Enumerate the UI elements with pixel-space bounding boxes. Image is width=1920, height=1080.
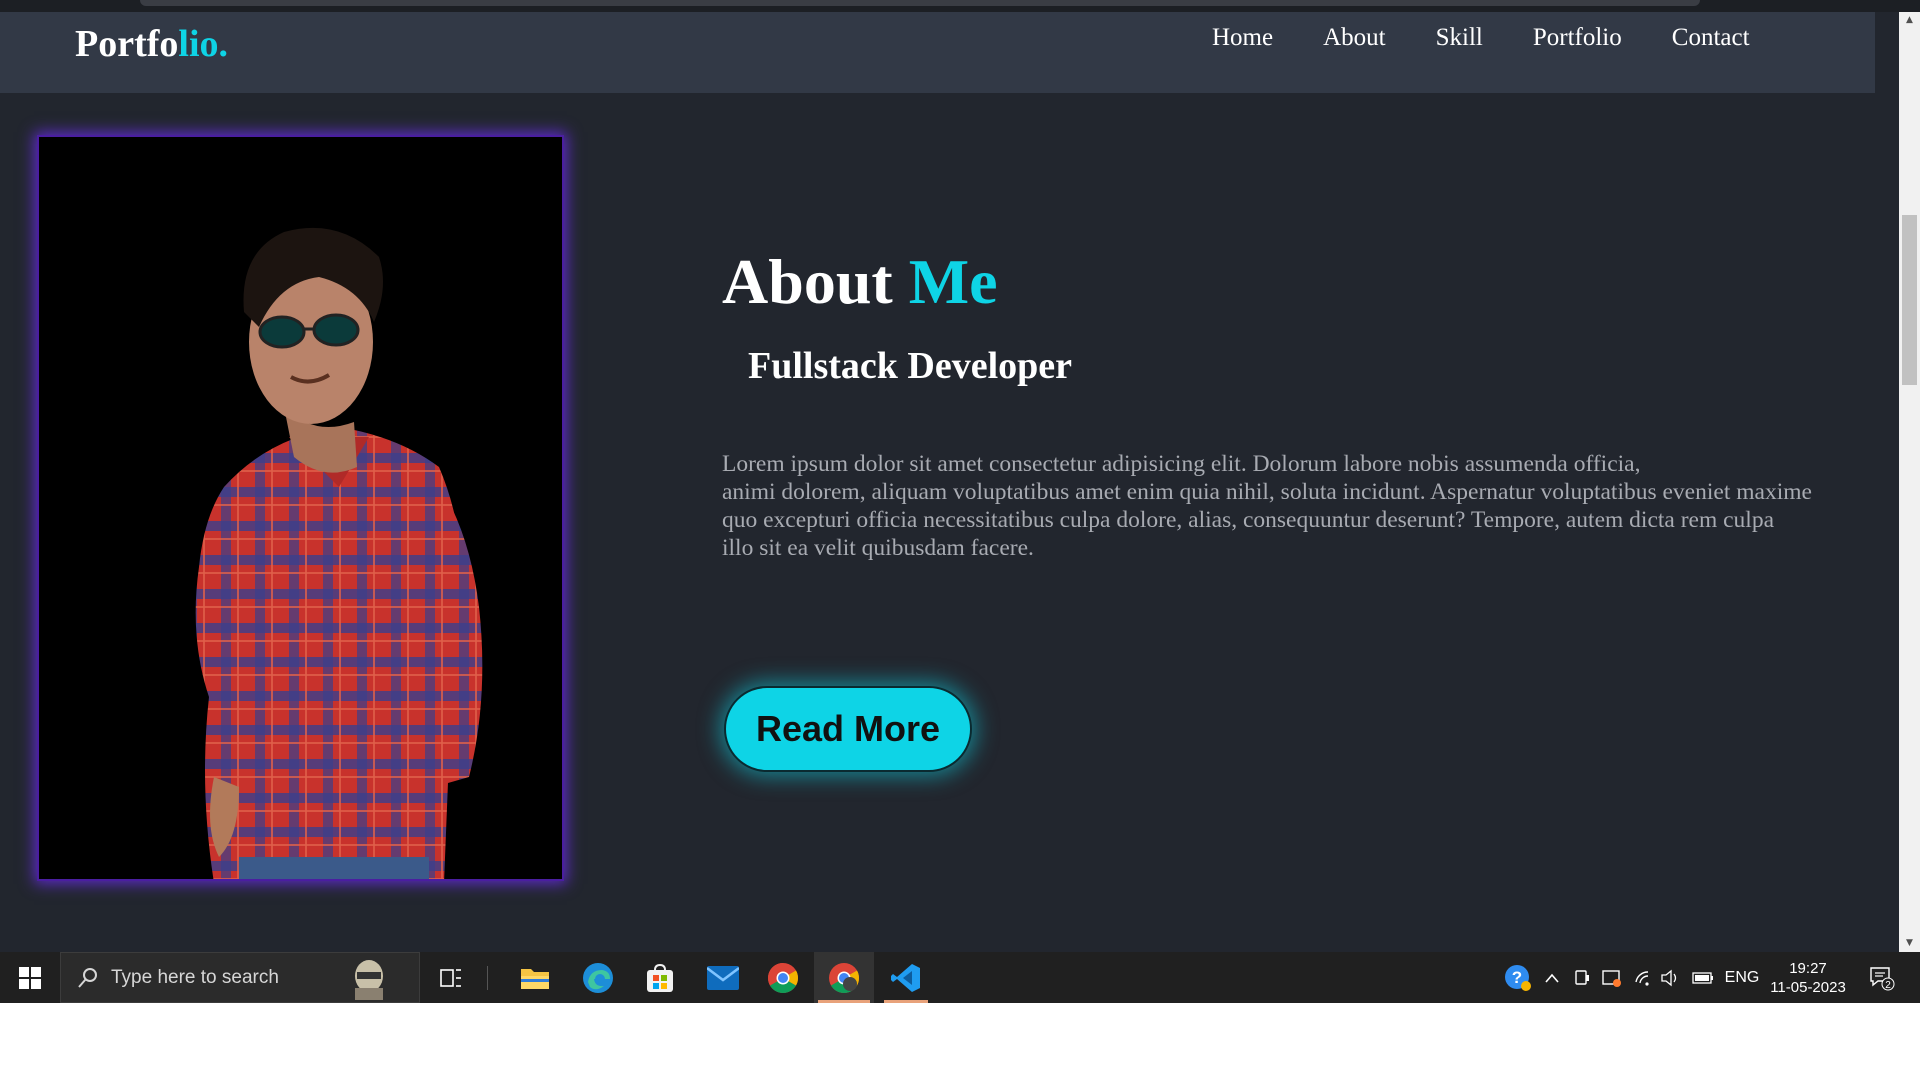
network-update-tray-button[interactable]: [1600, 952, 1624, 1003]
page-scrollbar[interactable]: ▲ ▼: [1899, 12, 1920, 952]
clock[interactable]: 19:27 11-05-2023: [1768, 952, 1848, 1003]
vscode-button[interactable]: [880, 952, 932, 1003]
microsoft-store-button[interactable]: [635, 952, 685, 1003]
profile-photo: [37, 135, 564, 881]
logo-text-main: Portfo: [75, 23, 179, 65]
wifi-icon: [1635, 970, 1649, 986]
edge-button[interactable]: [573, 952, 623, 1003]
clock-date: 11-05-2023: [1770, 978, 1846, 996]
about-heading: About Me: [722, 245, 998, 319]
search-placeholder: Type here to search: [111, 967, 279, 988]
search-highlight-icon: [355, 960, 383, 1000]
volume-tray-button[interactable]: [1658, 952, 1682, 1003]
taskbar-divider: [487, 966, 488, 990]
meet-now-tray-button[interactable]: [1570, 952, 1594, 1003]
chrome-button[interactable]: [758, 952, 808, 1003]
browser-viewport: Portfolio. Home About Skill Portfolio Co…: [0, 0, 1920, 952]
about-heading-accent: Me: [908, 246, 998, 317]
navbar: Portfolio. Home About Skill Portfolio Co…: [0, 12, 1875, 93]
file-explorer-button[interactable]: [510, 952, 560, 1003]
svg-text:?: ?: [1512, 968, 1522, 987]
language-indicator[interactable]: ENG: [1722, 952, 1762, 1003]
chevron-up-icon: [1545, 973, 1559, 983]
mail-icon: [707, 965, 739, 990]
file-explorer-icon: [521, 968, 549, 989]
windows-taskbar: Type here to search ? ENG 19:27 11-05-20…: [0, 952, 1920, 1003]
site-logo[interactable]: Portfolio.: [75, 22, 228, 66]
notification-count: 2: [1885, 980, 1891, 991]
battery-icon: [1692, 971, 1713, 984]
nav-link-about[interactable]: About: [1323, 24, 1386, 52]
notification-center-button[interactable]: 2: [1860, 952, 1904, 1003]
help-tray-button[interactable]: ?: [1502, 952, 1534, 1003]
windows-start-button[interactable]: [0, 952, 60, 1003]
nav-link-contact[interactable]: Contact: [1672, 24, 1750, 52]
about-heading-main: About: [722, 246, 893, 317]
chrome-active-window-button[interactable]: [814, 952, 874, 1003]
microsoft-store-icon: [647, 963, 673, 992]
windows-logo-icon: [19, 966, 41, 989]
update-icon: [1602, 969, 1621, 987]
scroll-down-arrow-icon[interactable]: ▼: [1899, 935, 1920, 952]
bio-paragraph: Lorem ipsum dolor sit amet consectetur a…: [722, 450, 1892, 562]
edge-icon: [583, 962, 613, 993]
chrome-icon: [829, 962, 860, 993]
nav-links: Home About Skill Portfolio Contact: [1212, 24, 1800, 52]
wifi-tray-button[interactable]: [1632, 952, 1656, 1003]
nav-link-home[interactable]: Home: [1212, 24, 1273, 52]
outside-screen-area: [0, 1003, 1920, 1080]
person-illustration: [195, 227, 483, 879]
vscode-icon: [891, 963, 920, 992]
task-view-icon: [440, 968, 461, 987]
show-hidden-icons-button[interactable]: [1540, 952, 1564, 1003]
taskbar-search-box[interactable]: Type here to search: [60, 952, 420, 1003]
scroll-up-arrow-icon[interactable]: ▲: [1899, 12, 1920, 29]
nav-link-portfolio[interactable]: Portfolio: [1533, 24, 1622, 52]
bio-line: illo sit ea velit quibusdam facere.: [722, 535, 1034, 561]
bio-line: animi dolorem, aliquam voluptatibus amet…: [722, 479, 1812, 505]
task-view-button[interactable]: [430, 952, 472, 1003]
help-icon: ?: [1505, 964, 1531, 991]
device-icon: [1575, 969, 1589, 985]
role-subtitle: Fullstack Developer: [748, 345, 1073, 387]
browser-tab-strip: [0, 0, 1920, 12]
scrollbar-thumb[interactable]: [1902, 215, 1917, 385]
logo-text-accent: lio.: [178, 23, 229, 65]
battery-tray-button[interactable]: [1690, 952, 1716, 1003]
chrome-icon: [767, 962, 799, 993]
bio-line: quo excepturi officia necessitatibus cul…: [722, 507, 1775, 533]
notification-icon: 2: [1870, 966, 1895, 991]
clock-time: 19:27: [1789, 959, 1827, 977]
nav-link-skill[interactable]: Skill: [1436, 24, 1483, 52]
search-icon: [78, 968, 97, 988]
mail-button[interactable]: [698, 952, 748, 1003]
read-more-button[interactable]: Read More: [724, 686, 972, 772]
bio-line: Lorem ipsum dolor sit amet consectetur a…: [722, 451, 1641, 477]
speaker-icon: [1661, 969, 1677, 986]
